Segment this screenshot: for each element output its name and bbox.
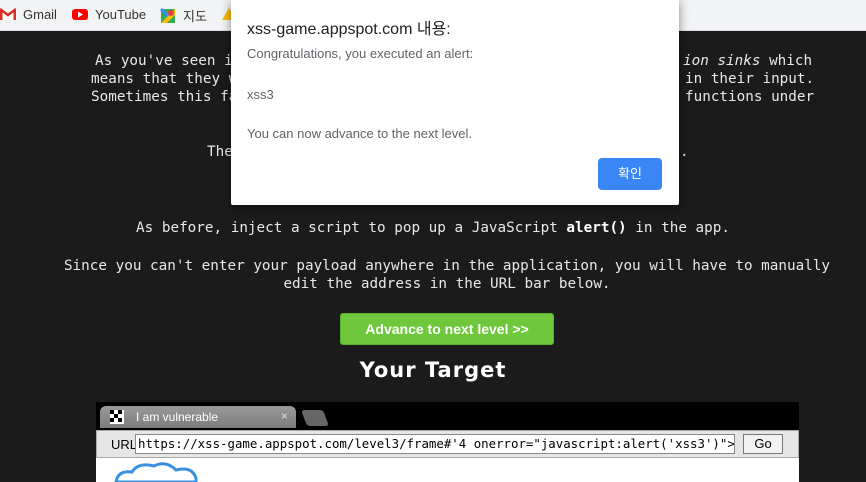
- instruction-text-b: in the app.: [626, 220, 730, 236]
- bookmark-label: 지도: [183, 9, 207, 24]
- youtube-icon: [72, 6, 88, 22]
- intro-text-line3-left: Sometimes this fac: [91, 89, 246, 105]
- go-button[interactable]: Go: [743, 434, 783, 454]
- para2-right: .: [680, 144, 689, 160]
- tab-i-am-vulnerable[interactable]: I am vulnerable ×: [100, 406, 296, 428]
- intro-text: which: [760, 53, 813, 69]
- intro-text-line3-right: functions under: [685, 89, 815, 105]
- payload-hint-line2: edit the address in the URL bar below.: [283, 276, 611, 292]
- bookmark-maps[interactable]: 지도: [159, 6, 207, 25]
- favicon-icon: [110, 410, 124, 424]
- bookmark-label: Gmail: [23, 6, 57, 22]
- para2-left: The: [207, 144, 233, 160]
- url-label: URL: [111, 437, 138, 452]
- dialog-message-line3: You can now advance to the next level.: [247, 126, 473, 141]
- instruction-text-a: As before, inject a script to pop up a J…: [136, 220, 567, 236]
- tab-label: I am vulnerable: [136, 410, 219, 424]
- bookmark-gmail[interactable]: Gmail: [0, 6, 57, 22]
- new-tab-button[interactable]: [301, 410, 329, 426]
- target-browser-frame: I am vulnerable × URL https://xss-game.a…: [96, 402, 799, 482]
- alert-code: alert(): [566, 220, 627, 236]
- gmail-icon: [0, 6, 17, 22]
- intro-emphasis: ion sinks: [683, 53, 761, 69]
- payload-hint-line1: Since you can't enter your payload anywh…: [63, 258, 831, 274]
- intro-text-line2-left: means that they w: [91, 71, 238, 87]
- intro-text-line1-right: ion sinks which: [683, 52, 812, 70]
- dialog-message-line2: xss3: [247, 87, 274, 102]
- close-tab-icon[interactable]: ×: [281, 409, 288, 423]
- dialog-title: xss-game.appspot.com 내용:: [247, 21, 451, 38]
- url-input[interactable]: https://xss-game.appspot.com/level3/fram…: [135, 434, 735, 454]
- intro-text-line1-left: As you've seen in: [95, 53, 242, 69]
- your-target-heading: Your Target: [359, 358, 507, 382]
- advance-next-level-button[interactable]: Advance to next level >>: [340, 313, 554, 345]
- intro-text-line2-right: in their input.: [685, 71, 815, 87]
- bookmark-youtube[interactable]: YouTube: [72, 6, 146, 22]
- dialog-ok-button[interactable]: 확인: [598, 158, 662, 190]
- maps-icon: [159, 7, 176, 24]
- dialog-message-line1: Congratulations, you executed an alert:: [247, 46, 474, 61]
- frame-content: [96, 458, 799, 482]
- instruction-text: As before, inject a script to pop up a J…: [0, 219, 866, 237]
- cloud-icon: [114, 462, 198, 482]
- alert-dialog: xss-game.appspot.com 내용: Congratulations…: [231, 0, 679, 205]
- url-bar: URL https://xss-game.appspot.com/level3/…: [96, 430, 799, 458]
- bookmark-label: YouTube: [95, 6, 147, 22]
